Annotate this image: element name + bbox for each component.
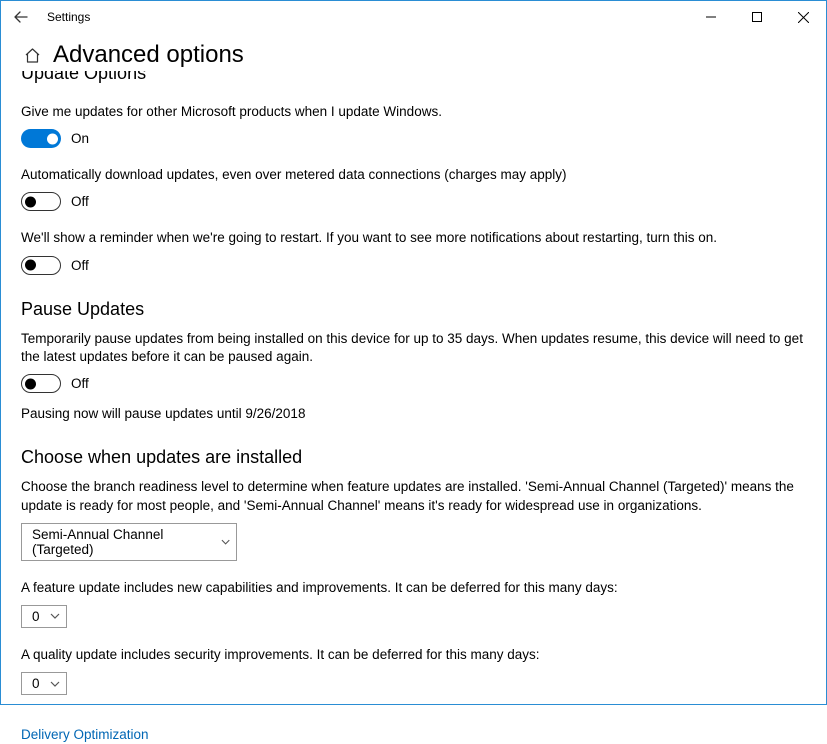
toggle-knob bbox=[25, 196, 36, 207]
metered-desc: Automatically download updates, even ove… bbox=[21, 166, 806, 184]
update-options-heading: Update Options bbox=[21, 71, 806, 87]
quality-defer-value: 0 bbox=[32, 676, 40, 691]
maximize-button[interactable] bbox=[734, 1, 780, 33]
restart-reminder-toggle[interactable] bbox=[21, 256, 61, 275]
restart-reminder-toggle-row: Off bbox=[21, 256, 806, 275]
home-button[interactable] bbox=[21, 44, 43, 66]
toggle-knob bbox=[25, 378, 36, 389]
quality-defer-dropdown[interactable]: 0 bbox=[21, 672, 67, 695]
chevron-down-icon bbox=[221, 539, 230, 545]
home-icon bbox=[24, 47, 41, 64]
delivery-optimization-link[interactable]: Delivery Optimization bbox=[21, 727, 149, 742]
feature-defer-dropdown[interactable]: 0 bbox=[21, 605, 67, 628]
restart-reminder-toggle-label: Off bbox=[71, 258, 89, 273]
arrow-left-icon bbox=[14, 10, 28, 24]
pause-updates-heading: Pause Updates bbox=[21, 299, 806, 320]
app-title: Settings bbox=[47, 10, 90, 24]
pause-updates-note: Pausing now will pause updates until 9/2… bbox=[21, 405, 806, 423]
choose-install-desc: Choose the branch readiness level to det… bbox=[21, 478, 806, 514]
toggle-knob bbox=[47, 133, 58, 144]
pause-updates-desc: Temporarily pause updates from being ins… bbox=[21, 330, 806, 366]
branch-readiness-dropdown[interactable]: Semi-Annual Channel (Targeted) bbox=[21, 523, 237, 561]
microsoft-products-toggle-row: On bbox=[21, 129, 806, 148]
minimize-icon bbox=[706, 12, 716, 22]
metered-toggle[interactable] bbox=[21, 192, 61, 211]
pause-updates-toggle-label: Off bbox=[71, 376, 89, 391]
minimize-button[interactable] bbox=[688, 1, 734, 33]
restart-reminder-desc: We'll show a reminder when we're going t… bbox=[21, 229, 806, 247]
branch-readiness-value: Semi-Annual Channel (Targeted) bbox=[32, 527, 213, 557]
toggle-knob bbox=[25, 260, 36, 271]
pause-updates-toggle-row: Off bbox=[21, 374, 806, 393]
page-title: Advanced options bbox=[53, 41, 244, 69]
microsoft-products-toggle-label: On bbox=[71, 131, 89, 146]
close-icon bbox=[798, 12, 809, 23]
metered-toggle-row: Off bbox=[21, 192, 806, 211]
header-row: Advanced options bbox=[21, 41, 806, 69]
feature-defer-value: 0 bbox=[32, 609, 40, 624]
quality-update-desc: A quality update includes security impro… bbox=[21, 646, 806, 664]
close-button[interactable] bbox=[780, 1, 826, 33]
choose-install-heading: Choose when updates are installed bbox=[21, 447, 806, 468]
window-controls bbox=[688, 1, 826, 33]
microsoft-products-desc: Give me updates for other Microsoft prod… bbox=[21, 103, 806, 121]
pause-updates-toggle[interactable] bbox=[21, 374, 61, 393]
content-area: Advanced options Update Options Give me … bbox=[1, 33, 826, 744]
titlebar: Settings bbox=[1, 1, 826, 33]
metered-toggle-label: Off bbox=[71, 194, 89, 209]
microsoft-products-toggle[interactable] bbox=[21, 129, 61, 148]
chevron-down-icon bbox=[50, 613, 60, 619]
back-button[interactable] bbox=[9, 5, 33, 29]
maximize-icon bbox=[752, 12, 762, 22]
chevron-down-icon bbox=[50, 681, 60, 687]
feature-update-desc: A feature update includes new capabiliti… bbox=[21, 579, 806, 597]
